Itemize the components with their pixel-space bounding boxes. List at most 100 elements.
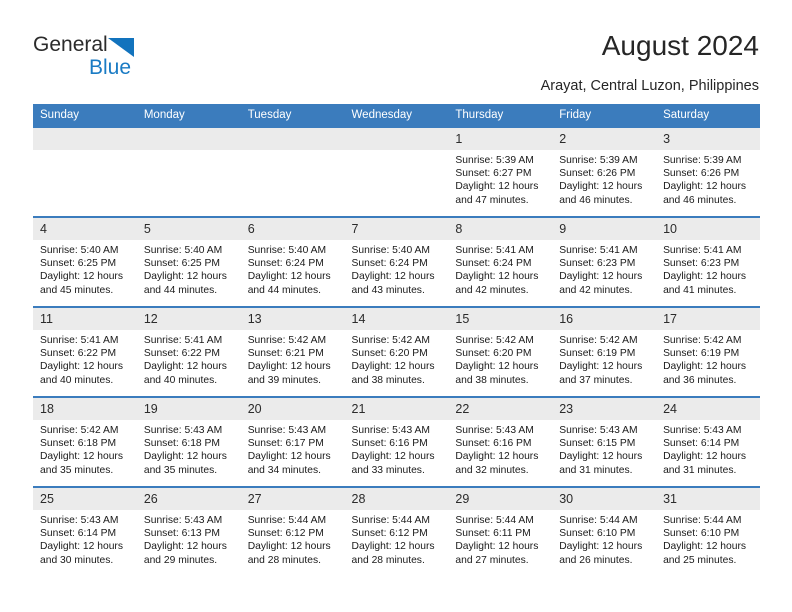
day-number: 18 [33,398,137,420]
day-cell-inner: 12 Sunrise: 5:41 AM Sunset: 6:22 PM Dayligh… [136,308,241,396]
detail-sunrise: Sunrise: 5:42 AM [351,335,430,346]
day-cell-inner: 1 Sunrise: 5:39 AM Sunset: 6:27 PM Daylight… [448,128,553,216]
day-cell-inner: 8 Sunrise: 5:41 AM Sunset: 6:24 PM Daylight… [448,218,553,306]
detail-sunrise: Sunrise: 5:44 AM [351,515,430,526]
detail-sunrise: Sunrise: 5:42 AM [247,335,327,346]
calendar-day-cell[interactable]: 19 Sunrise: 5:43 AM Sunset: 6:18 PM Dayligh… [136,396,241,487]
detail-daylight2: and 38 minutes. [351,374,425,386]
day-details: Sunrise: 5:39 AM Sunset: 6:27 PM Daylight:… [448,150,552,207]
detail-daylight1: Daylight: 12 hours [455,451,539,463]
calendar-day-cell[interactable]: 18 Sunrise: 5:42 AM Sunset: 6:18 PM Dayligh… [33,396,137,487]
day-number: 27 [240,488,345,510]
detail-daylight1: Daylight: 12 hours [40,361,123,373]
day-details: Sunrise: 5:40 AM Sunset: 6:25 PM Daylight:… [137,240,241,297]
detail-daylight2: and 28 minutes. [351,554,425,566]
detail-daylight2: and 39 minutes. [247,374,321,386]
calendar-day-cell[interactable]: 9 Sunrise: 5:41 AM Sunset: 6:23 PM Daylight… [552,216,657,307]
detail-daylight1: Daylight: 12 hours [559,541,643,553]
day-number: 13 [240,308,345,330]
calendar-body: 1 Sunrise: 5:39 AM Sunset: 6:27 PM Daylight… [33,126,760,576]
calendar-day-cell[interactable]: 27 Sunrise: 5:44 AM Sunset: 6:12 PM Dayligh… [240,486,345,576]
detail-sunset: Sunset: 6:27 PM [455,168,532,180]
calendar-day-cell[interactable]: 29 Sunrise: 5:44 AM Sunset: 6:11 PM Dayligh… [448,486,553,576]
day-number: 16 [552,308,657,330]
detail-sunrise: Sunrise: 5:41 AM [143,335,223,346]
detail-daylight2: and 45 minutes. [40,284,114,296]
day-details: Sunrise: 5:39 AM Sunset: 6:26 PM Daylight:… [656,150,760,207]
detail-daylight1: Daylight: 12 hours [40,271,123,283]
day-details: Sunrise: 5:43 AM Sunset: 6:14 PM Daylight:… [33,510,137,567]
calendar-day-cell[interactable]: 25 Sunrise: 5:43 AM Sunset: 6:14 PM Dayligh… [33,486,137,576]
day-details: Sunrise: 5:44 AM Sunset: 6:10 PM Daylight:… [552,510,656,567]
detail-sunrise: Sunrise: 5:43 AM [40,515,119,526]
day-cell-inner: 2 Sunrise: 5:39 AM Sunset: 6:26 PM Daylight… [552,128,657,216]
detail-daylight1: Daylight: 12 hours [143,271,227,283]
calendar-day-cell[interactable]: 21 Sunrise: 5:43 AM Sunset: 6:16 PM Dayligh… [344,396,449,487]
detail-sunset: Sunset: 6:19 PM [663,348,740,360]
detail-sunset: Sunset: 6:23 PM [559,258,636,270]
detail-sunrise: Sunrise: 5:44 AM [559,515,638,526]
calendar-day-cell[interactable]: 5 Sunrise: 5:40 AM Sunset: 6:25 PM Daylight… [136,216,241,307]
calendar-day-cell[interactable]: 23 Sunrise: 5:43 AM Sunset: 6:15 PM Dayligh… [552,396,657,487]
calendar-day-cell[interactable]: 17 Sunrise: 5:42 AM Sunset: 6:19 PM Dayligh… [656,306,760,397]
calendar-day-cell[interactable]: 6 Sunrise: 5:40 AM Sunset: 6:24 PM Daylight… [240,216,345,307]
detail-sunset: Sunset: 6:16 PM [351,438,428,450]
weekday-header-monday: Monday [136,104,241,127]
detail-daylight1: Daylight: 12 hours [663,271,747,283]
calendar-day-cell[interactable]: 13 Sunrise: 5:42 AM Sunset: 6:21 PM Dayligh… [240,306,345,397]
detail-sunrise: Sunrise: 5:42 AM [455,335,534,346]
detail-daylight2: and 30 minutes. [40,554,114,566]
day-number: 17 [656,308,760,330]
detail-sunrise: Sunrise: 5:41 AM [663,245,742,256]
calendar-day-cell[interactable]: 31 Sunrise: 5:44 AM Sunset: 6:10 PM Dayligh… [656,486,760,576]
day-cell-inner [344,128,449,216]
detail-sunset: Sunset: 6:26 PM [663,168,740,180]
day-cell-inner: 10 Sunrise: 5:41 AM Sunset: 6:23 PM Dayligh… [656,218,760,306]
detail-daylight1: Daylight: 12 hours [351,541,435,553]
calendar-day-cell[interactable]: 4 Sunrise: 5:40 AM Sunset: 6:25 PM Daylight… [33,216,137,307]
day-cell-inner: 3 Sunrise: 5:39 AM Sunset: 6:26 PM Daylight… [656,128,760,216]
detail-sunset: Sunset: 6:25 PM [143,258,220,270]
calendar-day-cell[interactable]: 14 Sunrise: 5:42 AM Sunset: 6:20 PM Dayligh… [344,306,449,397]
detail-sunset: Sunset: 6:21 PM [247,348,324,360]
calendar-day-cell[interactable]: 26 Sunrise: 5:43 AM Sunset: 6:13 PM Dayligh… [136,486,241,576]
detail-daylight1: Daylight: 12 hours [143,451,227,463]
detail-sunrise: Sunrise: 5:40 AM [351,245,430,256]
detail-daylight1: Daylight: 12 hours [247,271,331,283]
day-number: 7 [344,218,449,240]
calendar-day-cell[interactable]: 2 Sunrise: 5:39 AM Sunset: 6:26 PM Daylight… [552,126,657,217]
day-details: Sunrise: 5:41 AM Sunset: 6:22 PM Daylight:… [137,330,241,387]
calendar-day-cell[interactable]: 12 Sunrise: 5:41 AM Sunset: 6:22 PM Dayligh… [136,306,241,397]
detail-daylight1: Daylight: 12 hours [247,361,331,373]
calendar-day-cell[interactable]: 22 Sunrise: 5:43 AM Sunset: 6:16 PM Dayligh… [448,396,553,487]
detail-daylight2: and 46 minutes. [559,194,633,206]
calendar-day-cell[interactable]: 28 Sunrise: 5:44 AM Sunset: 6:12 PM Dayligh… [344,486,449,576]
detail-daylight2: and 47 minutes. [455,194,529,206]
calendar-day-cell[interactable]: 3 Sunrise: 5:39 AM Sunset: 6:26 PM Daylight… [656,126,760,217]
detail-daylight2: and 25 minutes. [663,554,737,566]
calendar-day-cell[interactable]: 20 Sunrise: 5:43 AM Sunset: 6:17 PM Dayligh… [240,396,345,487]
day-cell-inner: 31 Sunrise: 5:44 AM Sunset: 6:10 PM Dayligh… [656,488,760,576]
detail-daylight1: Daylight: 12 hours [40,541,123,553]
detail-sunrise: Sunrise: 5:39 AM [559,155,638,166]
detail-daylight1: Daylight: 12 hours [40,451,123,463]
calendar-day-cell[interactable]: 15 Sunrise: 5:42 AM Sunset: 6:20 PM Dayligh… [448,306,553,397]
detail-daylight1: Daylight: 12 hours [351,361,435,373]
day-cell-inner: 9 Sunrise: 5:41 AM Sunset: 6:23 PM Daylight… [552,218,657,306]
calendar-day-cell[interactable]: 7 Sunrise: 5:40 AM Sunset: 6:24 PM Daylight… [344,216,449,307]
day-cell-inner: 22 Sunrise: 5:43 AM Sunset: 6:16 PM Dayligh… [448,398,553,486]
calendar-day-cell[interactable]: 8 Sunrise: 5:41 AM Sunset: 6:24 PM Daylight… [448,216,553,307]
calendar-day-cell[interactable]: 1 Sunrise: 5:39 AM Sunset: 6:27 PM Daylight… [448,126,553,217]
general-blue-logo[interactable]: General Blue [33,33,233,83]
day-cell-inner: 24 Sunrise: 5:43 AM Sunset: 6:14 PM Dayligh… [656,398,760,486]
day-details: Sunrise: 5:40 AM Sunset: 6:25 PM Daylight:… [33,240,137,297]
calendar-day-cell[interactable]: 30 Sunrise: 5:44 AM Sunset: 6:10 PM Dayligh… [552,486,657,576]
calendar-day-cell[interactable]: 16 Sunrise: 5:42 AM Sunset: 6:19 PM Dayligh… [552,306,657,397]
calendar-day-cell[interactable]: 10 Sunrise: 5:41 AM Sunset: 6:23 PM Dayligh… [656,216,760,307]
calendar-day-cell[interactable]: 24 Sunrise: 5:43 AM Sunset: 6:14 PM Dayligh… [656,396,760,487]
day-number: 25 [33,488,137,510]
detail-sunset: Sunset: 6:24 PM [247,258,324,270]
calendar-day-cell[interactable]: 11 Sunrise: 5:41 AM Sunset: 6:22 PM Dayligh… [33,306,137,397]
detail-daylight2: and 41 minutes. [663,284,737,296]
detail-sunrise: Sunrise: 5:41 AM [559,245,638,256]
